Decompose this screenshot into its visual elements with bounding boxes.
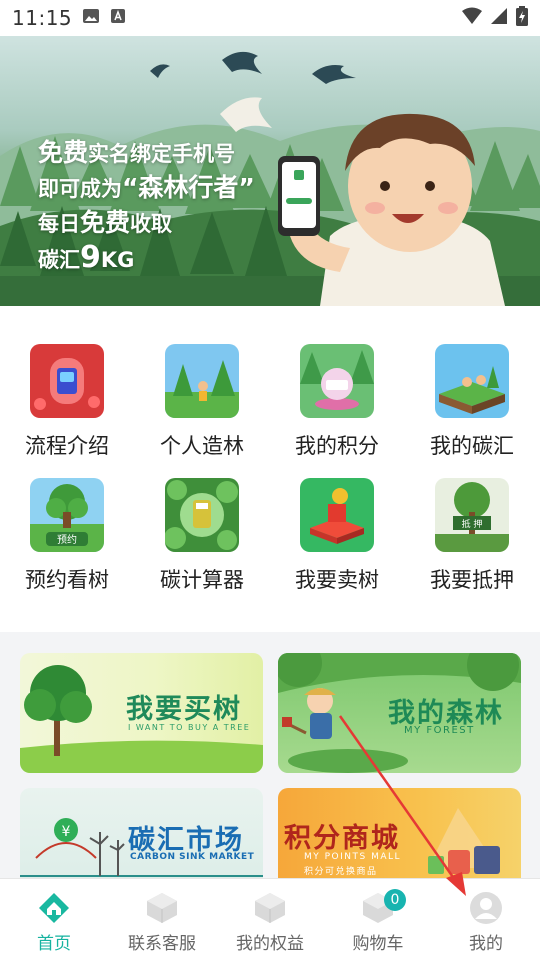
menu-my-points[interactable]: 我的积分: [277, 344, 397, 474]
nav-label: 联系客服: [128, 934, 196, 954]
menu-label: 我的积分: [295, 434, 379, 458]
feature-cards: 我要买树 I WANT TO BUY A TREE 我的森林 MY FOREST…: [0, 632, 540, 878]
nav-my-benefits[interactable]: 我的权益: [216, 879, 324, 960]
nav-label: 首页: [37, 934, 71, 954]
svg-text:预约: 预约: [57, 533, 77, 546]
sell-tree-icon: [300, 478, 374, 552]
nav-label: 购物车: [352, 934, 404, 954]
my-benefits-icon: [253, 891, 287, 925]
cell-signal-icon: [490, 7, 508, 29]
my-carbon-sink-icon: [435, 344, 509, 418]
my-points-icon: [300, 344, 374, 418]
card-buy-tree[interactable]: 我要买树 I WANT TO BUY A TREE: [20, 653, 263, 773]
card-carbon-market-subtitle: CARBON SINK MARKET: [130, 852, 255, 862]
customer-service-icon: [145, 891, 179, 925]
menu-label: 个人造林: [160, 434, 244, 458]
banner-line4-prefix: 碳汇: [38, 248, 80, 272]
menu-my-carbon-sink[interactable]: 我的碳汇: [412, 344, 532, 474]
cart-count-badge: 0: [384, 889, 406, 911]
card-my-forest-subtitle: MY FOREST: [404, 725, 475, 736]
menu-sell-tree[interactable]: 我要卖树: [277, 478, 397, 608]
card-points-mall-subtitle: MY POINTS MALL: [304, 852, 402, 862]
menu-book-tree-visit[interactable]: 预约 预约看树: [7, 478, 127, 608]
promo-banner-carousel[interactable]: 免费实名绑定手机号 即可成为“森林行者” 每日免费收取 碳汇9KG: [0, 36, 540, 306]
status-time: 11:15: [12, 6, 73, 30]
carbon-calculator-icon: [165, 478, 239, 552]
menu-personal-afforestation[interactable]: 个人造林: [142, 344, 262, 474]
banner-line4-number: 9: [80, 240, 101, 275]
app-screen: 11:15 免费实名绑定手机号 即可成为“森林行者” 每日免费收取 碳汇9KG …: [0, 0, 540, 960]
card-buy-tree-title: 我要买树: [126, 694, 242, 725]
banner-line4-unit: KG: [100, 248, 135, 272]
banner-line3-prefix: 每日: [38, 212, 80, 236]
nav-profile[interactable]: 我的: [432, 879, 540, 960]
nav-label: 我的: [469, 934, 503, 954]
card-points-mall-title: 积分商城: [284, 823, 400, 854]
menu-carbon-calculator[interactable]: 碳计算器: [142, 478, 262, 608]
banner-line1-emphasis: 免费: [38, 138, 89, 167]
profile-icon: [469, 891, 503, 925]
gallery-notification-icon: [82, 8, 100, 28]
banner-line3-emphasis: 免费: [80, 208, 131, 237]
banner-promo-text: 免费实名绑定手机号 即可成为“森林行者” 每日免费收取 碳汇9KG: [38, 136, 255, 277]
book-tree-visit-icon: 预约: [30, 478, 104, 552]
menu-label: 我的碳汇: [430, 434, 514, 458]
card-carbon-sink-market[interactable]: ¥ 碳汇市场 CARBON SINK MARKET: [20, 788, 263, 878]
banner-line1-text: 实名绑定手机号: [88, 142, 236, 166]
wifi-icon: [462, 7, 482, 29]
home-icon: [37, 891, 71, 925]
banner-line3-text: 收取: [130, 212, 173, 236]
nav-customer-service[interactable]: 联系客服: [108, 879, 216, 960]
nav-label: 我的权益: [236, 934, 304, 954]
svg-text:抵 押: 抵 押: [462, 518, 483, 530]
card-my-forest[interactable]: 我的森林 MY FOREST: [278, 653, 521, 773]
swallow-birds: [150, 51, 356, 84]
banner-line2-text: 即可成为: [38, 177, 122, 201]
personal-afforestation-icon: [165, 344, 239, 418]
menu-label: 预约看树: [25, 568, 109, 592]
process-intro-icon: [30, 344, 104, 418]
menu-label: 碳计算器: [160, 568, 244, 592]
battery-charging-icon: [516, 6, 528, 30]
menu-mortgage[interactable]: 抵 押 我要抵押: [412, 478, 532, 608]
mortgage-icon: 抵 押: [435, 478, 509, 552]
nav-shopping-cart[interactable]: 0 购物车: [324, 879, 432, 960]
feature-grid-menu: 流程介绍 个人造林 我的积分 我的碳汇 预约 预约看树 碳计算器 我要卖树 抵 …: [0, 306, 540, 632]
card-points-mall-subtitle-cn: 积分可兑换商品: [304, 867, 378, 877]
svg-text:¥: ¥: [62, 824, 71, 840]
menu-process-intro[interactable]: 流程介绍: [7, 344, 127, 474]
menu-label: 流程介绍: [25, 434, 109, 458]
banner-line2-emphasis: “森林行者”: [122, 173, 255, 202]
menu-label: 我要卖树: [295, 568, 379, 592]
bottom-navigation: 首页 联系客服 我的权益 0 购物车 我的: [0, 878, 540, 960]
card-points-mall[interactable]: 积分商城 MY POINTS MALL 积分可兑换商品: [278, 788, 521, 878]
nav-home[interactable]: 首页: [0, 879, 108, 960]
menu-label: 我要抵押: [430, 568, 514, 592]
status-bar: 11:15: [0, 0, 540, 36]
card-buy-tree-subtitle: I WANT TO BUY A TREE: [128, 723, 251, 732]
keyboard-notification-icon: [110, 8, 126, 28]
